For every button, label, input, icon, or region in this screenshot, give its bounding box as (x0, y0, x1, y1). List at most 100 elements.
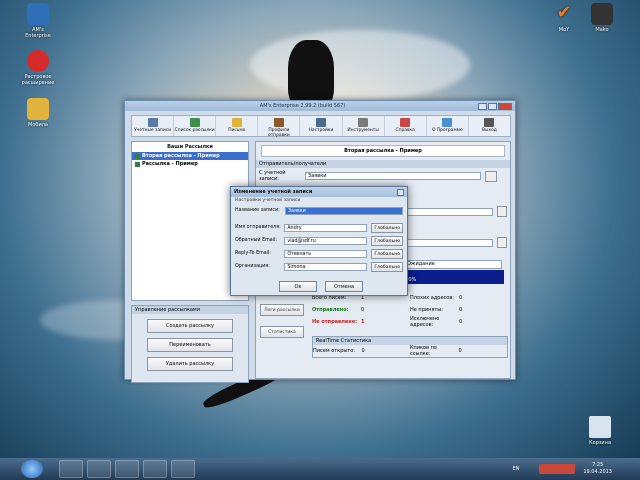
toolbar-tools[interactable]: Инструменты (343, 116, 385, 136)
toolbar-profiles[interactable]: Профили отправки (258, 116, 301, 138)
start-button[interactable] (21, 460, 43, 478)
list-item[interactable]: Вторая рассылка - Пример (132, 152, 248, 160)
device-icon (591, 3, 613, 25)
stats-table: Всего писем: 1 Плохих адресов: 0 Отправл… (312, 292, 508, 328)
recording-indicator[interactable] (539, 464, 576, 474)
toolbar-about[interactable]: О Программе (427, 116, 469, 136)
clicks-label: Кликов по ссылке: (410, 345, 437, 357)
toolbar-settings[interactable]: Настройки (300, 116, 343, 136)
cancel-button[interactable]: Отмена (325, 281, 363, 292)
recycle-bin-icon (589, 416, 611, 438)
taskbar-item-chrome[interactable] (115, 460, 139, 478)
reply-to-field[interactable]: Отвечать (284, 249, 368, 258)
global-button[interactable]: Глобально (371, 261, 403, 272)
realtime-caption: RealTime Статистика (313, 337, 507, 345)
desktop-icon-mako[interactable]: Mako (578, 3, 626, 33)
toolbar-exit[interactable]: Выход (469, 116, 510, 136)
delete-mailing-button[interactable]: Удалить рассылку (147, 357, 233, 371)
opened-label: Писем открыто: (313, 348, 355, 354)
status-field: Ожидание (404, 260, 502, 269)
folder-icon (27, 98, 49, 120)
letter-edit-button[interactable] (496, 237, 507, 248)
system-tray: EN 7:25 19.04.2013 (512, 458, 640, 480)
stat-value: 0 (459, 307, 463, 313)
exit-icon (484, 118, 495, 127)
mailing-status-icon (135, 161, 140, 167)
dialog-titlebar[interactable]: Изменение учетной записи (231, 187, 407, 197)
toolbar-accounts[interactable]: Учетные записи (132, 116, 175, 136)
stat-value: 1 (361, 319, 365, 325)
stats-row: Не отправлено: 1 Исключено адресов: 0 (312, 316, 508, 328)
create-mailing-button[interactable]: Создать рассылку (147, 319, 233, 333)
organization-field[interactable]: Simona (284, 262, 368, 271)
clock-date: 19.04.2013 (583, 469, 612, 475)
field-label: Имя отправителя: (235, 225, 281, 230)
name-field[interactable]: Заявки (285, 206, 403, 215)
sender-name-field[interactable]: Andry (284, 223, 368, 232)
account-edit-button[interactable] (485, 170, 497, 182)
red-ball-icon (27, 50, 49, 72)
stat-value: 0 (459, 295, 463, 301)
mailing-list-header: Ваши Рассылки (167, 144, 213, 150)
desktop-icon-folder[interactable]: Мобила (14, 98, 62, 128)
reply-to-row: Reply-To Email: Отвечать Глобально (231, 247, 407, 260)
toolbar: Учетные записи Список рассылки Письмо Пр… (131, 115, 511, 138)
about-icon (442, 118, 453, 127)
list-item[interactable]: Рассылка - Пример (132, 160, 248, 168)
rename-mailing-button[interactable]: Переименовать (147, 338, 233, 352)
desktop-icon-red[interactable]: Растровое расширение (14, 50, 62, 86)
from-account-row: С учетной записи: Заявки (256, 168, 510, 184)
language-indicator[interactable]: EN (512, 466, 519, 472)
opened-value: 0 (361, 348, 365, 354)
from-account-select[interactable]: Заявки (305, 172, 481, 180)
stat-label: Не приняты: (410, 307, 443, 313)
stat-label: Отправлено: (312, 307, 349, 313)
list-edit-button[interactable] (496, 206, 507, 217)
ok-button[interactable]: Ок (279, 281, 317, 292)
toolbar-letter[interactable]: Письмо (216, 116, 259, 136)
global-button[interactable]: Глобально (371, 235, 403, 246)
mailing-title: Вторая рассылка - Пример (261, 145, 505, 157)
dialog-title: Изменение учетной записи (234, 189, 313, 195)
taskbar-item[interactable] (59, 460, 83, 478)
taskbar-item-enterprise[interactable] (171, 460, 195, 478)
maximize-button[interactable] (488, 102, 497, 110)
mailing-management: Управление рассылками Создать рассылку П… (131, 305, 249, 383)
desktop-icon-enterprise[interactable]: AM's Enterprise (14, 3, 62, 39)
management-caption: Управление рассылками (132, 306, 248, 314)
stat-value: 0 (361, 307, 365, 313)
close-button[interactable] (498, 102, 512, 110)
global-button[interactable]: Глобально (371, 248, 403, 259)
stat-label: Плохих адресов: (410, 295, 454, 301)
toolbar-lists[interactable]: Список рассылки (174, 116, 217, 136)
minimize-button[interactable] (478, 102, 487, 110)
field-label: Организация: (235, 264, 270, 269)
at-sign-icon (27, 3, 49, 25)
stat-value: 0 (459, 319, 463, 325)
edit-account-dialog: Изменение учетной записи Настройки учетн… (230, 186, 408, 296)
window-title: AM's Enterprise 2.99.2 (build 567) (259, 103, 346, 109)
clicks-value: 0 (458, 348, 462, 354)
dialog-close-button[interactable] (397, 188, 404, 196)
toolbar-help[interactable]: Справка (385, 116, 427, 136)
tools-icon (358, 118, 369, 127)
sender-name-row: Имя отправителя: Andry Глобально (231, 221, 407, 234)
help-icon (400, 118, 411, 127)
return-email-field[interactable]: vlad@sdf.ru (284, 236, 368, 245)
lists-icon (189, 118, 200, 127)
taskbar-item[interactable] (87, 460, 111, 478)
logs-button[interactable]: Логи рассылки (260, 304, 304, 316)
name-label: Название записи: (235, 208, 280, 213)
window-titlebar[interactable]: AM's Enterprise 2.99.2 (build 567) (125, 101, 515, 111)
stats-row: Отправлено: 0 Не приняты: 0 (312, 304, 508, 316)
letter-icon (231, 118, 242, 127)
statistics-button[interactable]: Статистика (260, 326, 304, 338)
clock[interactable]: 7:25 19.04.2013 (583, 462, 612, 476)
recycle-bin[interactable]: Корзина (576, 416, 624, 446)
mailing-status-icon (135, 153, 140, 159)
sky-light (250, 30, 470, 100)
sender-section: Отправитель/получатели (256, 160, 510, 168)
taskbar-item[interactable] (143, 460, 167, 478)
global-button[interactable]: Глобально (371, 222, 403, 233)
checkmark-icon: ✔ (556, 2, 572, 23)
